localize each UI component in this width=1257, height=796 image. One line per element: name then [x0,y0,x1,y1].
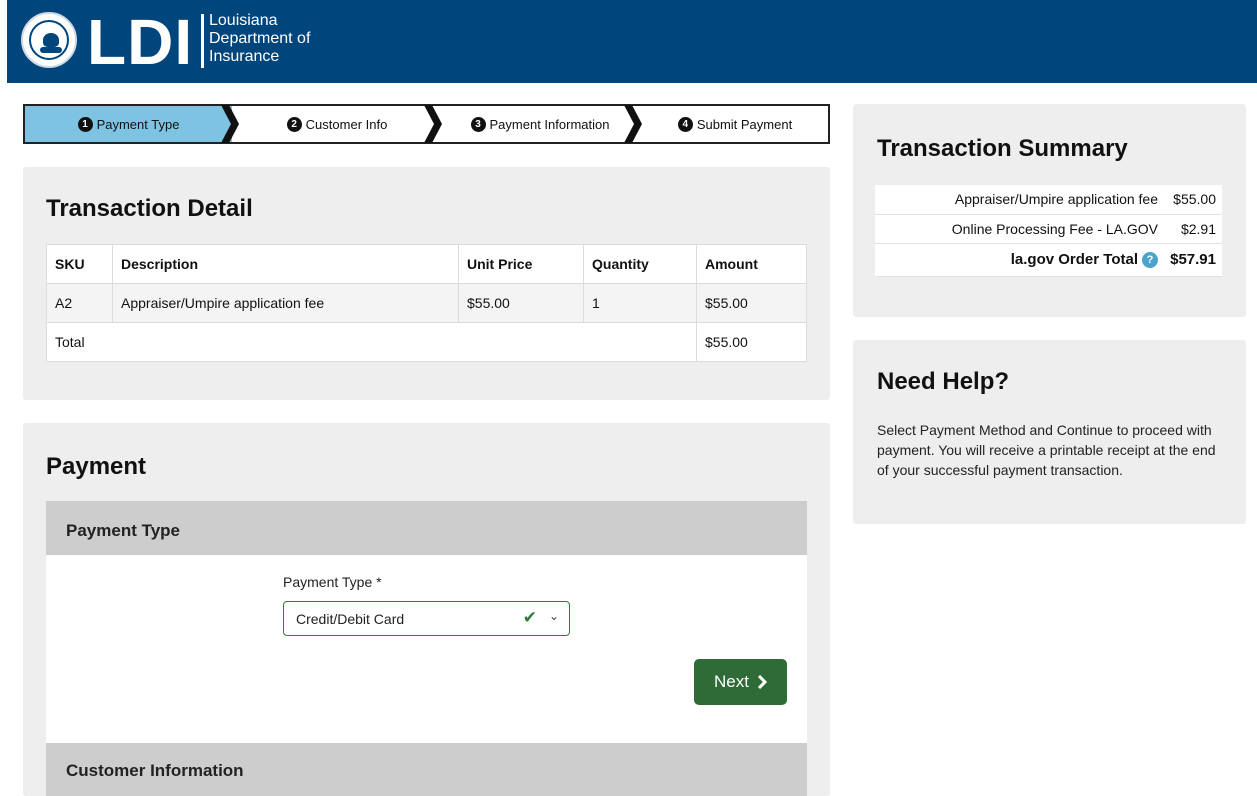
transaction-detail-table: SKU Description Unit Price Quantity Amou… [46,244,807,362]
transaction-summary-title: Transaction Summary [877,135,1128,162]
cell-quantity: 1 [583,283,697,323]
seal-ring [29,20,69,60]
need-help-text: Select Payment Method and Continue to pr… [877,422,1216,478]
help-icon[interactable]: ? [1142,252,1158,269]
org-name-line-1: Louisiana [209,12,278,29]
payment-type-select[interactable]: Credit/Debit Card ✔ ⌄ [283,601,570,636]
summary-line-label: Appraiser/Umpire application fee [875,185,1164,215]
cell-description: Appraiser/Umpire application fee [112,283,459,323]
table-row: A2 Appraiser/Umpire application fee $55.… [46,283,807,323]
order-total-label: la.gov Order Total? [875,243,1164,277]
step-payment-information: 3 Payment Information [442,106,638,142]
step-chevron-icon [424,105,442,143]
cell-unit-price: $55.00 [458,283,584,323]
payment-type-section-header[interactable]: Payment Type [46,501,807,555]
step-label-2: Customer Info [305,116,388,132]
payment-type-section-body: Payment Type * Credit/Debit Card ✔ ⌄ Nex… [46,555,807,743]
need-help-card: Need Help? Select Payment Method and Con… [853,340,1246,524]
ldi-logo[interactable]: LDI [87,6,193,78]
summary-line-amount: $2.91 [1164,214,1222,244]
pelican-icon [43,33,59,47]
payment-title: Payment [46,453,147,480]
step-submit-payment: 4 Submit Payment [642,106,828,142]
step-number-1: 1 [77,116,93,132]
transaction-detail-title: Transaction Detail [46,195,253,222]
table-header-row: SKU Description Unit Price Quantity Amou… [46,244,807,284]
step-label-1: Payment Type [96,116,180,132]
payment-type-selected-value: Credit/Debit Card [296,611,405,627]
column-header-sku: SKU [46,244,113,284]
order-total-label-text: la.gov Order Total [1010,250,1138,268]
step-number-4: 4 [677,116,693,132]
state-seal-icon[interactable] [21,12,77,68]
column-header-unit-price: Unit Price [458,244,584,284]
customer-information-section-header[interactable]: Customer Information [46,743,807,796]
payment-type-label: Payment Type * [283,574,382,590]
org-name: Louisiana Department of Insurance [209,12,310,66]
transaction-summary-table: Appraiser/Umpire application fee $55.00 … [875,185,1222,277]
summary-line-label: Online Processing Fee - LA.GOV [875,214,1164,244]
total-amount: $55.00 [696,322,807,362]
cell-sku: A2 [46,283,113,323]
order-total-amount: $57.91 [1164,243,1222,277]
org-name-line-3: Insurance [209,48,280,65]
column-header-amount: Amount [696,244,807,284]
step-chevron-icon [624,105,642,143]
table-total-row: Total $55.00 [46,322,807,362]
summary-total-row: la.gov Order Total? $57.91 [875,243,1222,277]
need-help-title: Need Help? [877,368,1010,395]
check-icon: ✔ [522,608,537,627]
step-payment-type: 1 Payment Type [25,106,232,142]
org-name-line-2: Department of [209,30,311,47]
transaction-detail-card: Transaction Detail SKU Description Unit … [23,167,830,400]
next-button-label: Next [714,672,749,691]
site-header: LDI Louisiana Department of Insurance [7,0,1257,83]
column-header-description: Description [112,244,459,284]
step-label-3: Payment Information [489,116,610,132]
summary-row: Online Processing Fee - LA.GOV $2.91 [875,214,1222,244]
step-chevron-icon [221,105,239,143]
transaction-summary-card: Transaction Summary Appraiser/Umpire app… [853,104,1246,317]
summary-line-amount: $55.00 [1164,185,1222,215]
payment-card: Payment Payment Type Payment Type * Cred… [23,423,830,796]
total-label: Total [46,322,697,362]
chevron-down-icon: ⌄ [548,609,559,623]
cell-amount: $55.00 [696,283,807,323]
step-number-3: 3 [470,116,486,132]
progress-stepper: 1 Payment Type 2 Customer Info 3 Payment… [23,104,830,144]
column-header-quantity: Quantity [583,244,697,284]
step-label-4: Submit Payment [696,116,793,132]
step-number-2: 2 [286,116,302,132]
nest-icon [40,47,62,53]
next-button[interactable]: Next [694,659,787,705]
logo-divider [201,14,204,68]
summary-row: Appraiser/Umpire application fee $55.00 [875,185,1222,215]
chevron-right-icon [757,675,767,689]
step-customer-info: 2 Customer Info [239,106,435,142]
